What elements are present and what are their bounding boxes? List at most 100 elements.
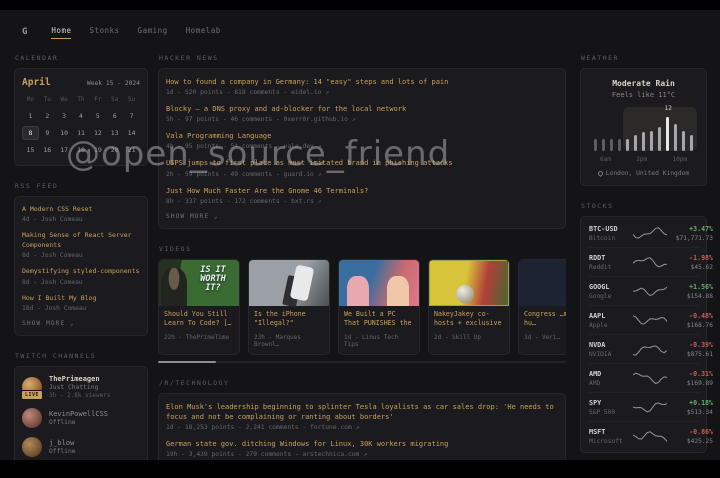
hackernews-section-label: HACKER NEWS xyxy=(159,54,219,62)
list-item: Just How Much Faster Are the Gnome 46 Te… xyxy=(166,186,558,205)
list-item: Making Sense of React Server Components 8… xyxy=(22,231,140,259)
stock-row[interactable]: RDDT Reddit -1.98% $45.62 xyxy=(588,247,713,276)
video-meta: 1d - Linus Tech Tips xyxy=(344,333,399,348)
columns: CALENDAR April Week 15 - 2024 Mo Tu We Th Fr… xyxy=(0,54,720,460)
twitch-channel-info: KevinPowellCSS Offline xyxy=(49,410,108,426)
stocks-section-label: STOCKS xyxy=(581,202,614,210)
video-card[interactable]: NakeyJakey co-hosts + exclusive CDPR… 2d … xyxy=(428,258,510,355)
thumbnail-figure xyxy=(347,275,369,306)
videos-scrollbar-thumb[interactable] xyxy=(158,360,216,363)
twitch-avatar-wrap: LIVE xyxy=(20,377,44,401)
feed-item-title[interactable]: Demystifying styled-components xyxy=(22,267,140,276)
feed-item-title[interactable]: Vala Programming Language xyxy=(166,131,558,141)
weather-bar xyxy=(626,139,629,151)
stock-sparkline xyxy=(633,313,667,327)
twitch-section-label: TWITCH CHANNELS xyxy=(15,352,97,361)
show-more-button[interactable]: SHOW MORE ⌄ xyxy=(166,213,558,220)
twitch-channel-row[interactable]: KevinPowellCSS Offline xyxy=(22,408,140,429)
feed-item-title[interactable]: Blocky – a DNS proxy and ad-blocker for … xyxy=(166,104,558,114)
calendar-day: 6 xyxy=(112,112,117,120)
stocks-card: BTC-USD Bitcoin +3.47% $71,771.73 RDDT Reddit… xyxy=(580,216,713,453)
feed-item-meta: 2h - 59 points - 49 comments - guard.io … xyxy=(166,170,322,178)
stock-price: $154.88 xyxy=(686,292,713,300)
stock-price: $168.76 xyxy=(686,321,713,329)
stock-name: NVIDIA xyxy=(589,350,612,358)
stock-row[interactable]: BTC-USD Bitcoin +3.47% $71,771.73 xyxy=(588,219,713,247)
location-pin-icon xyxy=(596,169,604,178)
list-item: How I Built My Blog 18d - Josh Comeau xyxy=(22,294,140,312)
twitch-channel-name: KevinPowellCSS xyxy=(49,410,109,419)
stock-names: RDDT Reddit xyxy=(589,254,633,271)
video-title: We Built a PC That PUNISHES the Gamer … xyxy=(344,309,412,328)
list-item: How to found a company in Germany: 14 "e… xyxy=(166,77,558,96)
calendar-day: 18 xyxy=(77,146,85,154)
stock-row[interactable]: AAPL Apple -0.48% $168.76 xyxy=(588,305,713,334)
tab-homelab[interactable]: Homelab xyxy=(186,26,221,39)
hackernews-section: HACKER NEWS How to found a company in Ge… xyxy=(158,54,566,229)
tab-gaming[interactable]: Gaming xyxy=(138,26,168,39)
video-thumbnail xyxy=(519,259,566,306)
calendar-weekday: Tu xyxy=(43,96,51,103)
stock-name: AMD xyxy=(589,379,601,387)
tab-stonks[interactable]: Stonks xyxy=(89,26,119,39)
calendar-day: 8 xyxy=(22,126,39,140)
weather-bar xyxy=(602,139,605,151)
stock-row[interactable]: GOOGL Google +1.56% $154.88 xyxy=(588,276,713,305)
list-item: A Modern CSS Reset 4d - Josh Comeau xyxy=(22,205,140,223)
calendar-month: April xyxy=(22,77,51,88)
twitch-channel-row[interactable]: j_blow Offline xyxy=(22,437,140,458)
stock-names: AMD AMD xyxy=(589,370,633,387)
video-card-body: Should You Still Learn To Code? [… 22h - … xyxy=(159,306,239,347)
feed-item-title[interactable]: Making Sense of React Server Components xyxy=(22,231,140,250)
stock-row[interactable]: SPY S&P 500 +0.18% $513.34 xyxy=(588,392,713,421)
stock-name: Google xyxy=(589,292,612,300)
video-title: Is the iPhone "Illegal?" xyxy=(254,309,306,328)
stock-row[interactable]: MSFT Microsoft -0.86% $425.25 xyxy=(588,421,713,450)
calendar-day: 19 xyxy=(93,146,102,154)
feed-item-title[interactable]: Elon Musk's leadership beginning to spli… xyxy=(166,402,558,422)
stock-change: -0.31% xyxy=(689,369,713,378)
videos-scrollbar[interactable] xyxy=(158,360,566,363)
video-card[interactable]: IS IT WORTH IT? Should You Still Learn To… xyxy=(158,258,240,355)
app-logo[interactable]: G xyxy=(22,27,27,37)
feed-item-title[interactable]: How I Built My Blog xyxy=(22,294,140,303)
calendar-section-label: CALENDAR xyxy=(15,54,59,62)
weather-condition: Moderate Rain xyxy=(612,79,675,88)
tab-home[interactable]: Home xyxy=(51,26,72,39)
stock-symbol: GOOGL xyxy=(589,282,610,291)
weather-bar xyxy=(682,130,685,151)
stock-names: AAPL Apple xyxy=(589,312,633,329)
videos-section-label: VIDEOS xyxy=(159,244,192,253)
feed-item-title[interactable]: A Modern CSS Reset xyxy=(22,205,140,214)
show-more-button[interactable]: SHOW MORE ⌄ xyxy=(22,320,140,327)
weather-bar xyxy=(690,135,693,151)
stock-row[interactable]: NVDA NVIDIA -0.39% $875.61 xyxy=(588,334,713,363)
twitch-channel-row[interactable]: LIVE ThePrimeagen Just Chatting 3h - 2.8k v… xyxy=(20,375,140,401)
reddit-card: Elon Musk's leadership beginning to spli… xyxy=(158,392,566,460)
stock-values: +0.18% $513.34 xyxy=(667,399,713,416)
calendar-day: 21 xyxy=(127,146,136,154)
thumbnail-figure xyxy=(387,275,409,306)
video-card[interactable]: Is the iPhone "Illegal?" 23h - Marques Br… xyxy=(248,258,330,355)
stock-price: $169.89 xyxy=(686,379,713,387)
reddit-section-label: /R/TECHNOLOGY xyxy=(159,378,230,387)
nav-tabs: Home Stonks Gaming Homelab xyxy=(51,26,220,39)
feed-item-title[interactable]: Just How Much Faster Are the Gnome 46 Te… xyxy=(166,186,558,196)
stock-symbol: RDDT xyxy=(589,253,606,262)
calendar-day: 10 xyxy=(60,129,69,137)
stock-symbol: MSFT xyxy=(589,427,606,436)
stock-change: -1.98% xyxy=(689,253,713,262)
video-card[interactable]: We Built a PC That PUNISHES the Gamer … 1… xyxy=(338,258,420,355)
stock-row[interactable]: AMD AMD -0.31% $169.89 xyxy=(588,363,713,392)
feed-item-title[interactable]: German state gov. ditching Windows for L… xyxy=(166,439,558,449)
calendar-day: 14 xyxy=(127,129,136,137)
stock-values: +3.47% $71,771.73 xyxy=(667,225,713,242)
list-item: German state gov. ditching Windows for L… xyxy=(166,439,558,458)
feed-item-title[interactable]: How to found a company in Germany: 14 "e… xyxy=(166,77,558,87)
video-card[interactable]: Congress …make a hu… 3d - Veri… xyxy=(518,258,566,355)
list-item: Elon Musk's leadership beginning to spli… xyxy=(166,402,558,431)
twitch-avatar-wrap xyxy=(22,408,42,429)
video-meta: 23h - Marques Brownl… xyxy=(254,333,301,348)
feed-item-title[interactable]: USPS jumps to first place as most imitat… xyxy=(166,158,558,168)
weather-section: WEATHER Moderate Rain Feels like 11°C 12… xyxy=(580,54,707,186)
